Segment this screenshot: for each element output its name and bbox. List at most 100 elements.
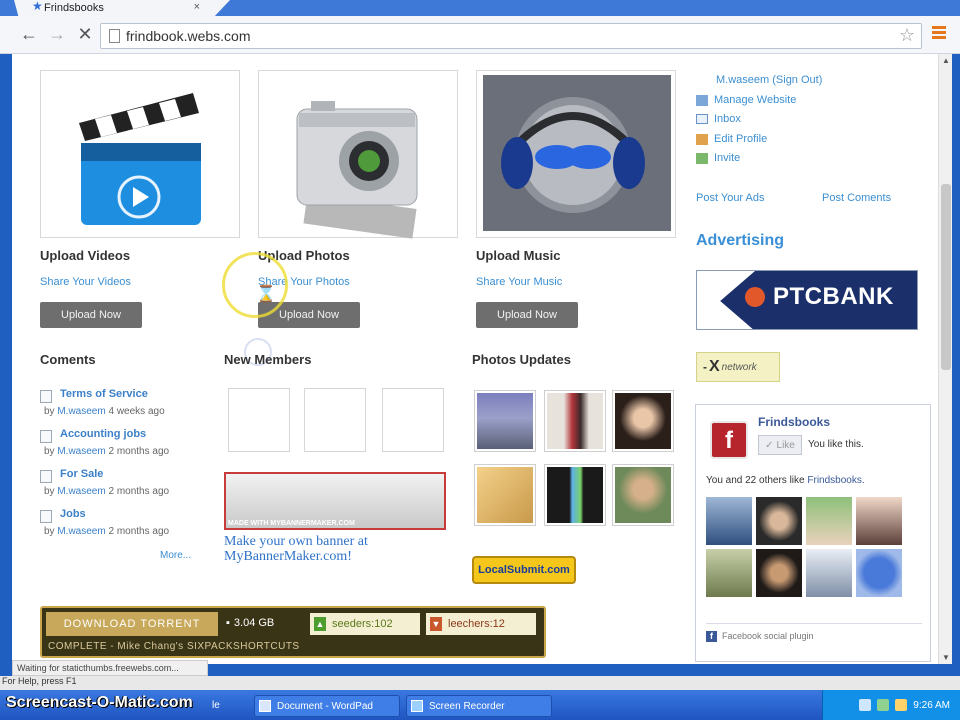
torrent-title[interactable]: COMPLETE - Mike Chang's SIXPACKSHORTCUTS bbox=[48, 641, 300, 652]
comment-title[interactable]: Accounting jobs bbox=[60, 428, 146, 440]
fan-avatar[interactable] bbox=[706, 497, 752, 545]
fan-avatar[interactable] bbox=[756, 497, 802, 545]
document-icon bbox=[40, 390, 52, 403]
download-torrent-button[interactable]: DOWNLOAD TORRENT bbox=[46, 612, 218, 636]
browser-status-bar: Waiting for staticthumbs.freewebs.com... bbox=[12, 660, 208, 676]
comment-meta: by M.waseem 2 months ago bbox=[44, 526, 170, 537]
window-right-edge bbox=[952, 54, 960, 664]
ptcbank-banner[interactable]: PTCBANK bbox=[696, 270, 918, 330]
back-button[interactable]: ← bbox=[18, 24, 40, 45]
share-videos-link[interactable]: Share Your Videos bbox=[40, 276, 131, 288]
comment-title[interactable]: Terms of Service bbox=[60, 388, 148, 400]
banner-placeholder[interactable]: MADE WITH MYBANNERMAKER.COM bbox=[224, 472, 446, 530]
user-name-link[interactable]: M.waseem (Sign Out) bbox=[716, 74, 822, 86]
taskbar-item-wordpad[interactable]: Document - WordPad bbox=[254, 695, 400, 717]
torrent-size: ▪ 3.04 GB bbox=[226, 617, 275, 629]
fan-avatar[interactable] bbox=[856, 497, 902, 545]
new-members-heading: New Members bbox=[224, 352, 312, 367]
document-icon bbox=[40, 430, 52, 443]
screencast-watermark: Screencast-O-Matic.com bbox=[6, 694, 193, 711]
more-comments-link[interactable]: More... bbox=[160, 550, 191, 561]
fb-others-link[interactable]: Frindsbooks. bbox=[807, 475, 864, 486]
comment-title[interactable]: For Sale bbox=[60, 468, 103, 480]
document-icon bbox=[40, 510, 52, 523]
member-slot[interactable] bbox=[228, 388, 290, 452]
photo-thumbnail[interactable] bbox=[544, 390, 606, 452]
cursor-highlight-ring bbox=[222, 252, 288, 318]
member-slot[interactable] bbox=[304, 388, 366, 452]
fb-you-like-text: You like this. bbox=[808, 439, 864, 450]
advertising-heading: Advertising bbox=[696, 232, 785, 249]
scroll-thumb[interactable] bbox=[941, 184, 951, 370]
tab-close-icon[interactable]: × bbox=[194, 1, 200, 13]
partial-task-label[interactable]: le bbox=[212, 700, 220, 711]
fb-social-plugin-label[interactable]: Facebook social plugin bbox=[722, 631, 814, 641]
edit-profile-label: Edit Profile bbox=[714, 133, 768, 145]
fan-avatar[interactable] bbox=[806, 549, 852, 597]
recorder-icon bbox=[411, 700, 423, 712]
fan-avatar[interactable] bbox=[756, 549, 802, 597]
chrome-menu-icon[interactable] bbox=[932, 26, 946, 40]
scroll-down-icon[interactable]: ▼ bbox=[942, 653, 950, 662]
photo-thumbnail[interactable] bbox=[612, 464, 674, 526]
photo-thumbnail[interactable] bbox=[474, 390, 536, 452]
upload-videos-button[interactable]: Upload Now bbox=[40, 302, 142, 328]
page-scrollbar[interactable]: ▲ ▼ bbox=[938, 54, 952, 664]
facebook-icon: f bbox=[706, 631, 717, 642]
check-icon: ✓ bbox=[765, 439, 774, 451]
stop-reload-button[interactable]: ✕ bbox=[74, 24, 96, 45]
member-slot[interactable] bbox=[382, 388, 444, 452]
forward-button[interactable]: → bbox=[46, 24, 68, 45]
browser-tab[interactable]: ★ Frindsbooks × bbox=[14, 0, 230, 16]
upload-videos-title: Upload Videos bbox=[40, 248, 131, 263]
page-icon bbox=[109, 29, 120, 43]
taskbar-item-screen-recorder[interactable]: Screen Recorder bbox=[406, 695, 552, 717]
tab-strip: ★ Frindsbooks × bbox=[0, 0, 960, 16]
help-strip: For Help, press F1 bbox=[0, 676, 960, 690]
clock[interactable]: 9:26 AM bbox=[913, 700, 950, 711]
comment-title[interactable]: Jobs bbox=[60, 508, 86, 520]
photo-thumbnail[interactable] bbox=[474, 464, 536, 526]
seeders-badge: ▲ seeders: 102 bbox=[310, 613, 420, 635]
inbox-label: Inbox bbox=[714, 113, 741, 125]
fb-others-like-text: You and 22 others like Frindsbooks. bbox=[706, 475, 865, 486]
localsubmit-badge[interactable]: LocalSubmit.com bbox=[472, 556, 576, 584]
up-arrow-icon: ▲ bbox=[314, 617, 326, 631]
music-tile[interactable] bbox=[476, 70, 676, 238]
comment-meta: by M.waseem 2 months ago bbox=[44, 446, 170, 457]
bookmark-star-icon[interactable]: ☆ bbox=[899, 25, 915, 46]
fan-avatar[interactable] bbox=[706, 549, 752, 597]
leechers-badge: ▼ leechers: 12 bbox=[426, 613, 536, 635]
scroll-up-icon[interactable]: ▲ bbox=[942, 56, 950, 65]
fb-like-button[interactable]: ✓ Like bbox=[758, 435, 802, 455]
tray-icon[interactable] bbox=[895, 699, 908, 711]
photo-thumbnail[interactable] bbox=[544, 464, 606, 526]
upload-music-button[interactable]: Upload Now bbox=[476, 302, 578, 328]
photo-thumbnail[interactable] bbox=[612, 390, 674, 452]
post-ads-link[interactable]: Post Your Ads bbox=[696, 192, 765, 204]
tray-icon[interactable] bbox=[877, 699, 890, 711]
upload-music-title: Upload Music bbox=[476, 248, 561, 263]
wordpad-icon bbox=[259, 700, 271, 712]
share-music-link[interactable]: Share Your Music bbox=[476, 276, 562, 288]
mybannermaker-link[interactable]: Make your own banner at MyBannerMaker.co… bbox=[224, 534, 368, 564]
fan-avatar[interactable] bbox=[806, 497, 852, 545]
photo-tile[interactable] bbox=[258, 70, 458, 239]
invite-label: Invite bbox=[714, 152, 741, 164]
fan-avatar[interactable] bbox=[856, 549, 902, 597]
comments-heading: Coments bbox=[40, 352, 96, 367]
comment-meta: by M.waseem 2 months ago bbox=[44, 486, 170, 497]
fb-page-name[interactable]: Frindsbooks bbox=[758, 415, 830, 429]
network-text: network bbox=[721, 361, 757, 373]
torrent-download-bar: DOWNLOAD TORRENT ▪ 3.04 GB ▲ seeders: 102 … bbox=[40, 606, 546, 658]
invite-icon bbox=[696, 153, 708, 164]
tab-title: Frindsbooks bbox=[44, 2, 104, 14]
tray-icon[interactable] bbox=[859, 699, 872, 711]
address-bar[interactable]: frindbook.webs.com ☆ bbox=[100, 23, 922, 49]
network-banner[interactable]: - X network bbox=[696, 352, 780, 382]
web-page: Upload Videos Upload Photos Upload Music… bbox=[12, 54, 938, 664]
video-tile[interactable] bbox=[40, 70, 240, 238]
post-comments-link[interactable]: Post Coments bbox=[822, 192, 891, 204]
window-left-edge bbox=[0, 54, 12, 664]
envelope-icon bbox=[696, 114, 708, 124]
